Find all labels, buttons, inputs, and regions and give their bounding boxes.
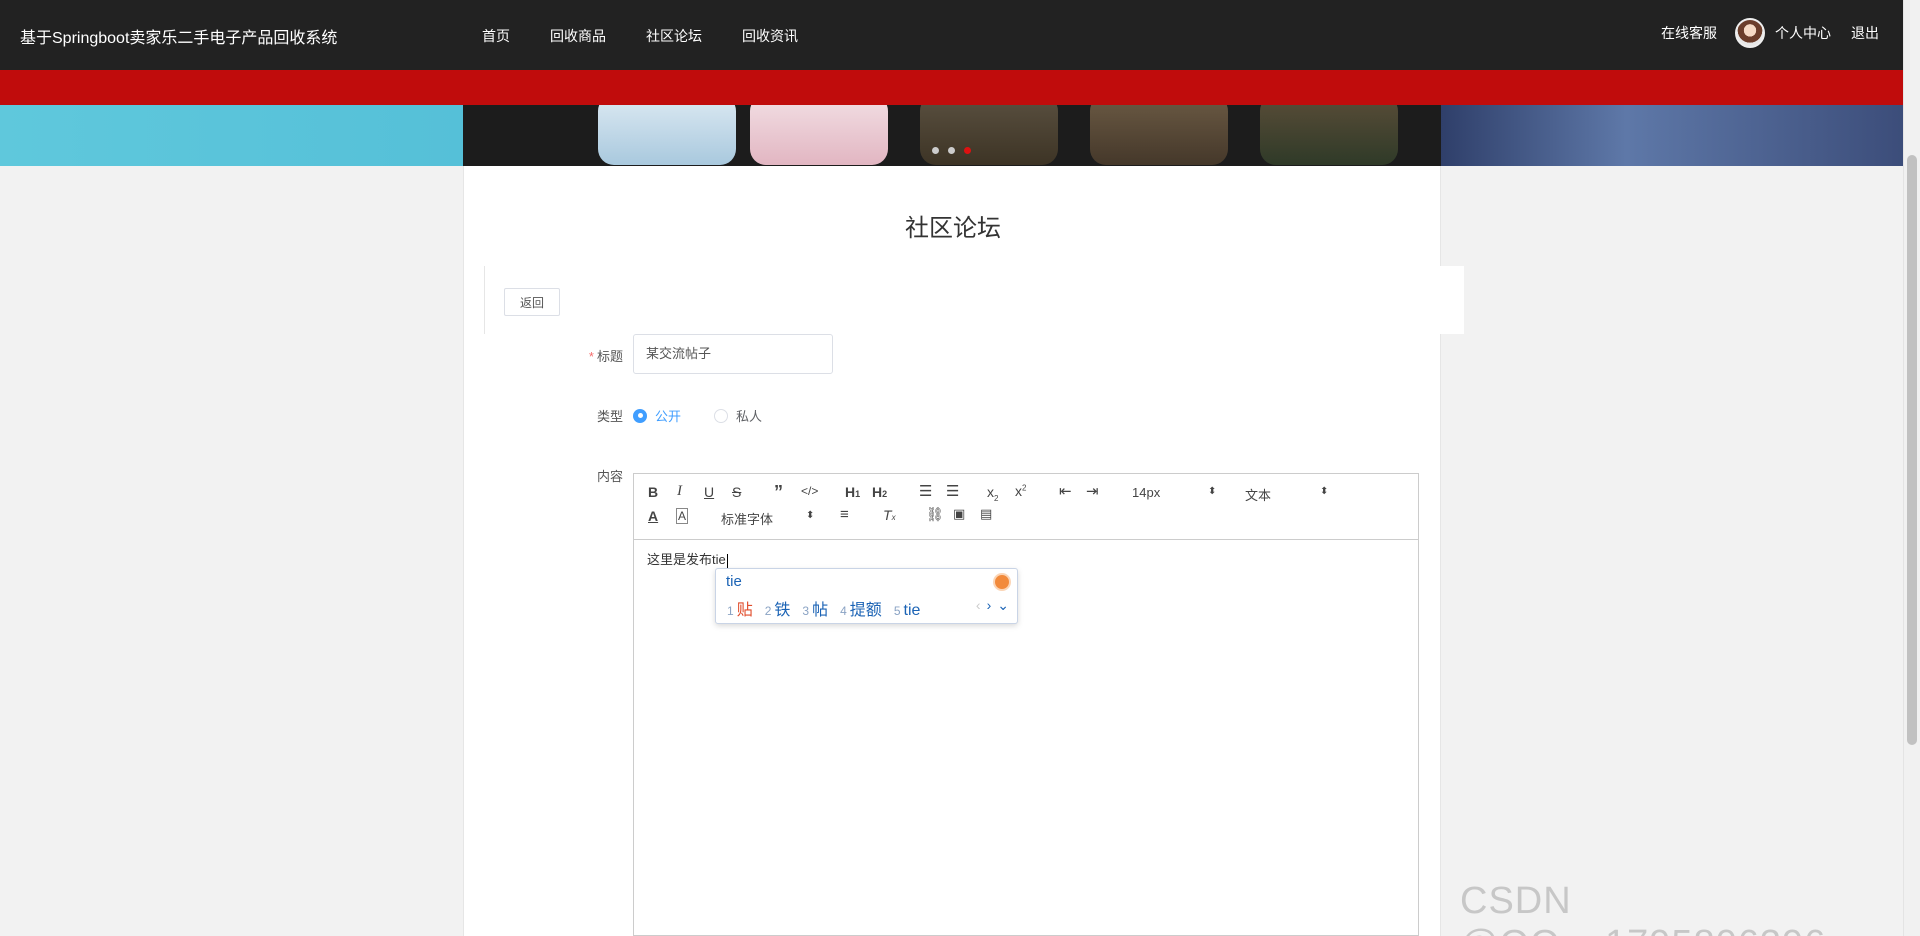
ime-candidate-text: 贴 [736,602,753,619]
ime-candidate-text: 铁 [774,602,791,619]
ime-candidate[interactable]: 5 tie [894,602,921,620]
title-input[interactable]: 某交流帖子 [633,334,833,374]
radio-private-label: 私人 [736,409,763,424]
required-mark: * [588,349,594,364]
ime-candidate-number: 1 [727,604,734,618]
editor-toolbar: B I U S ” </> H1 H2 ☰ ☰ x2 x2 ⇤ ⇥ 14px ⬍… [634,474,1418,540]
banner-product-image [1260,105,1398,165]
banner-side-right [1441,105,1903,166]
clean-format-icon[interactable]: Tx [883,507,896,523]
banner-product-image [1090,105,1228,165]
superscript-icon[interactable]: x2 [1015,483,1026,499]
banner-product-image [920,105,1058,165]
ime-typed-text: tie [726,573,742,590]
radio-public[interactable]: 公开 [633,406,681,425]
ime-candidate-text: tie [903,602,921,619]
carousel-indicators [932,147,971,154]
logout-link[interactable]: 退出 [1851,23,1879,43]
align-icon[interactable]: ≡ [840,506,849,523]
font-color-icon[interactable]: A [648,508,658,524]
page-scrollbar[interactable] [1903,0,1920,936]
content-card: 社区论坛 返回 * 标题 某交流帖子 类型 公开 私人 内容 B I U S ” … [463,166,1464,936]
ime-candidate[interactable]: 1贴 [727,596,753,620]
banner-product-image [750,105,888,165]
top-navbar: 基于Springboot卖家乐二手电子产品回收系统 首页 回收商品 社区论坛 回… [0,0,1903,70]
nav-item-home[interactable]: 首页 [482,26,510,46]
editor-content-text[interactable]: 这里是发布tie [647,552,726,567]
ime-prev-icon[interactable]: ‹ [976,597,981,614]
site-brand[interactable]: 基于Springboot卖家乐二手电子产品回收系统 [20,24,337,48]
ime-candidate-popup: tie 1贴 2铁 3帖 4 提额 5 tie ‹ › ⌄ [715,568,1018,624]
underline-icon[interactable]: U [704,484,714,500]
main-nav: 首页 回收商品 社区论坛 回收资讯 [482,26,798,46]
editor-content[interactable]: 这里是发布tie [647,549,728,568]
code-block-icon[interactable]: </> [801,484,818,498]
video-icon[interactable]: ▤ [980,506,992,522]
carousel-dot[interactable] [932,147,939,154]
radio-circle-checked [633,408,647,423]
header-format-picker[interactable]: 文本 [1245,485,1271,504]
blockquote-icon[interactable]: ” [774,482,783,503]
ime-candidate-list: 1贴 2铁 3帖 4 提额 5 tie [727,596,920,620]
chevron-updown-icon: ⬍ [1320,486,1329,497]
background-color-icon[interactable]: A [676,508,689,524]
link-icon[interactable]: ⛓ [926,506,944,523]
ime-page-nav: ‹ › ⌄ [976,597,1009,614]
ime-candidate-number: 5 [893,604,901,618]
italic-icon[interactable]: I [677,483,682,500]
indent-icon[interactable]: ⇥ [1086,482,1099,500]
chevron-updown-icon: ⬍ [806,510,815,521]
radio-circle [714,408,728,423]
banner-carousel[interactable] [463,105,1441,166]
ime-candidate[interactable]: 3帖 [802,596,828,620]
strike-icon[interactable]: S [732,484,741,500]
watermark: CSDN @QQ__1795806396 [1460,880,1825,936]
ime-candidate[interactable]: 2铁 [765,596,791,620]
back-button[interactable]: 返回 [504,288,560,316]
ime-candidate-number: 2 [764,604,772,618]
ime-candidate-number: 3 [802,604,810,618]
ordered-list-icon[interactable]: ☰ [919,482,932,500]
ime-logo-icon [993,573,1011,591]
font-size-picker[interactable]: 14px [1132,485,1160,500]
ime-candidate-number: 4 [840,604,847,618]
outdent-icon[interactable]: ⇤ [1059,482,1072,500]
scrollbar-thumb[interactable] [1907,155,1917,745]
ime-candidate-text: 帖 [812,602,829,619]
title-label: * 标题 [543,346,623,365]
banner-side-left [0,105,463,166]
profile-link[interactable]: 个人中心 [1775,23,1831,43]
banner-product-image [598,105,736,165]
ime-candidate[interactable]: 4 提额 [840,596,882,620]
nav-item-recycle-goods[interactable]: 回收商品 [550,26,606,46]
h1-icon[interactable]: H1 [845,484,860,500]
accent-bar [0,70,1903,105]
chevron-updown-icon: ⬍ [1208,486,1217,497]
back-panel [484,266,1464,334]
nav-item-news[interactable]: 回收资讯 [742,26,798,46]
user-menu: 在线客服 个人中心 退出 [1661,18,1879,48]
content-label: 内容 [596,469,623,484]
radio-public-label: 公开 [655,409,682,424]
ime-next-icon[interactable]: › [987,597,992,614]
page-title: 社区论坛 [905,215,1001,242]
radio-private[interactable]: 私人 [714,406,762,425]
bullet-list-icon[interactable]: ☰ [946,482,959,500]
carousel-dot[interactable] [948,147,955,154]
rich-text-editor: B I U S ” </> H1 H2 ☰ ☰ x2 x2 ⇤ ⇥ 14px ⬍… [633,473,1419,936]
carousel-dot-active[interactable] [964,147,971,154]
ime-expand-icon[interactable]: ⌄ [997,597,1009,614]
nav-item-forum[interactable]: 社区论坛 [646,26,702,46]
ime-candidate-text: 提额 [849,602,882,619]
avatar[interactable] [1735,18,1765,48]
online-service-link[interactable]: 在线客服 [1661,23,1717,43]
bold-icon[interactable]: B [648,484,658,500]
font-family-picker[interactable]: 标准字体 [721,509,773,528]
type-label: 类型 [596,409,623,424]
h2-icon[interactable]: H2 [872,484,887,500]
text-cursor [726,553,728,568]
subscript-icon[interactable]: x2 [987,484,998,503]
title-label-text: 标题 [596,349,623,364]
image-icon[interactable]: ▣ [953,506,965,522]
